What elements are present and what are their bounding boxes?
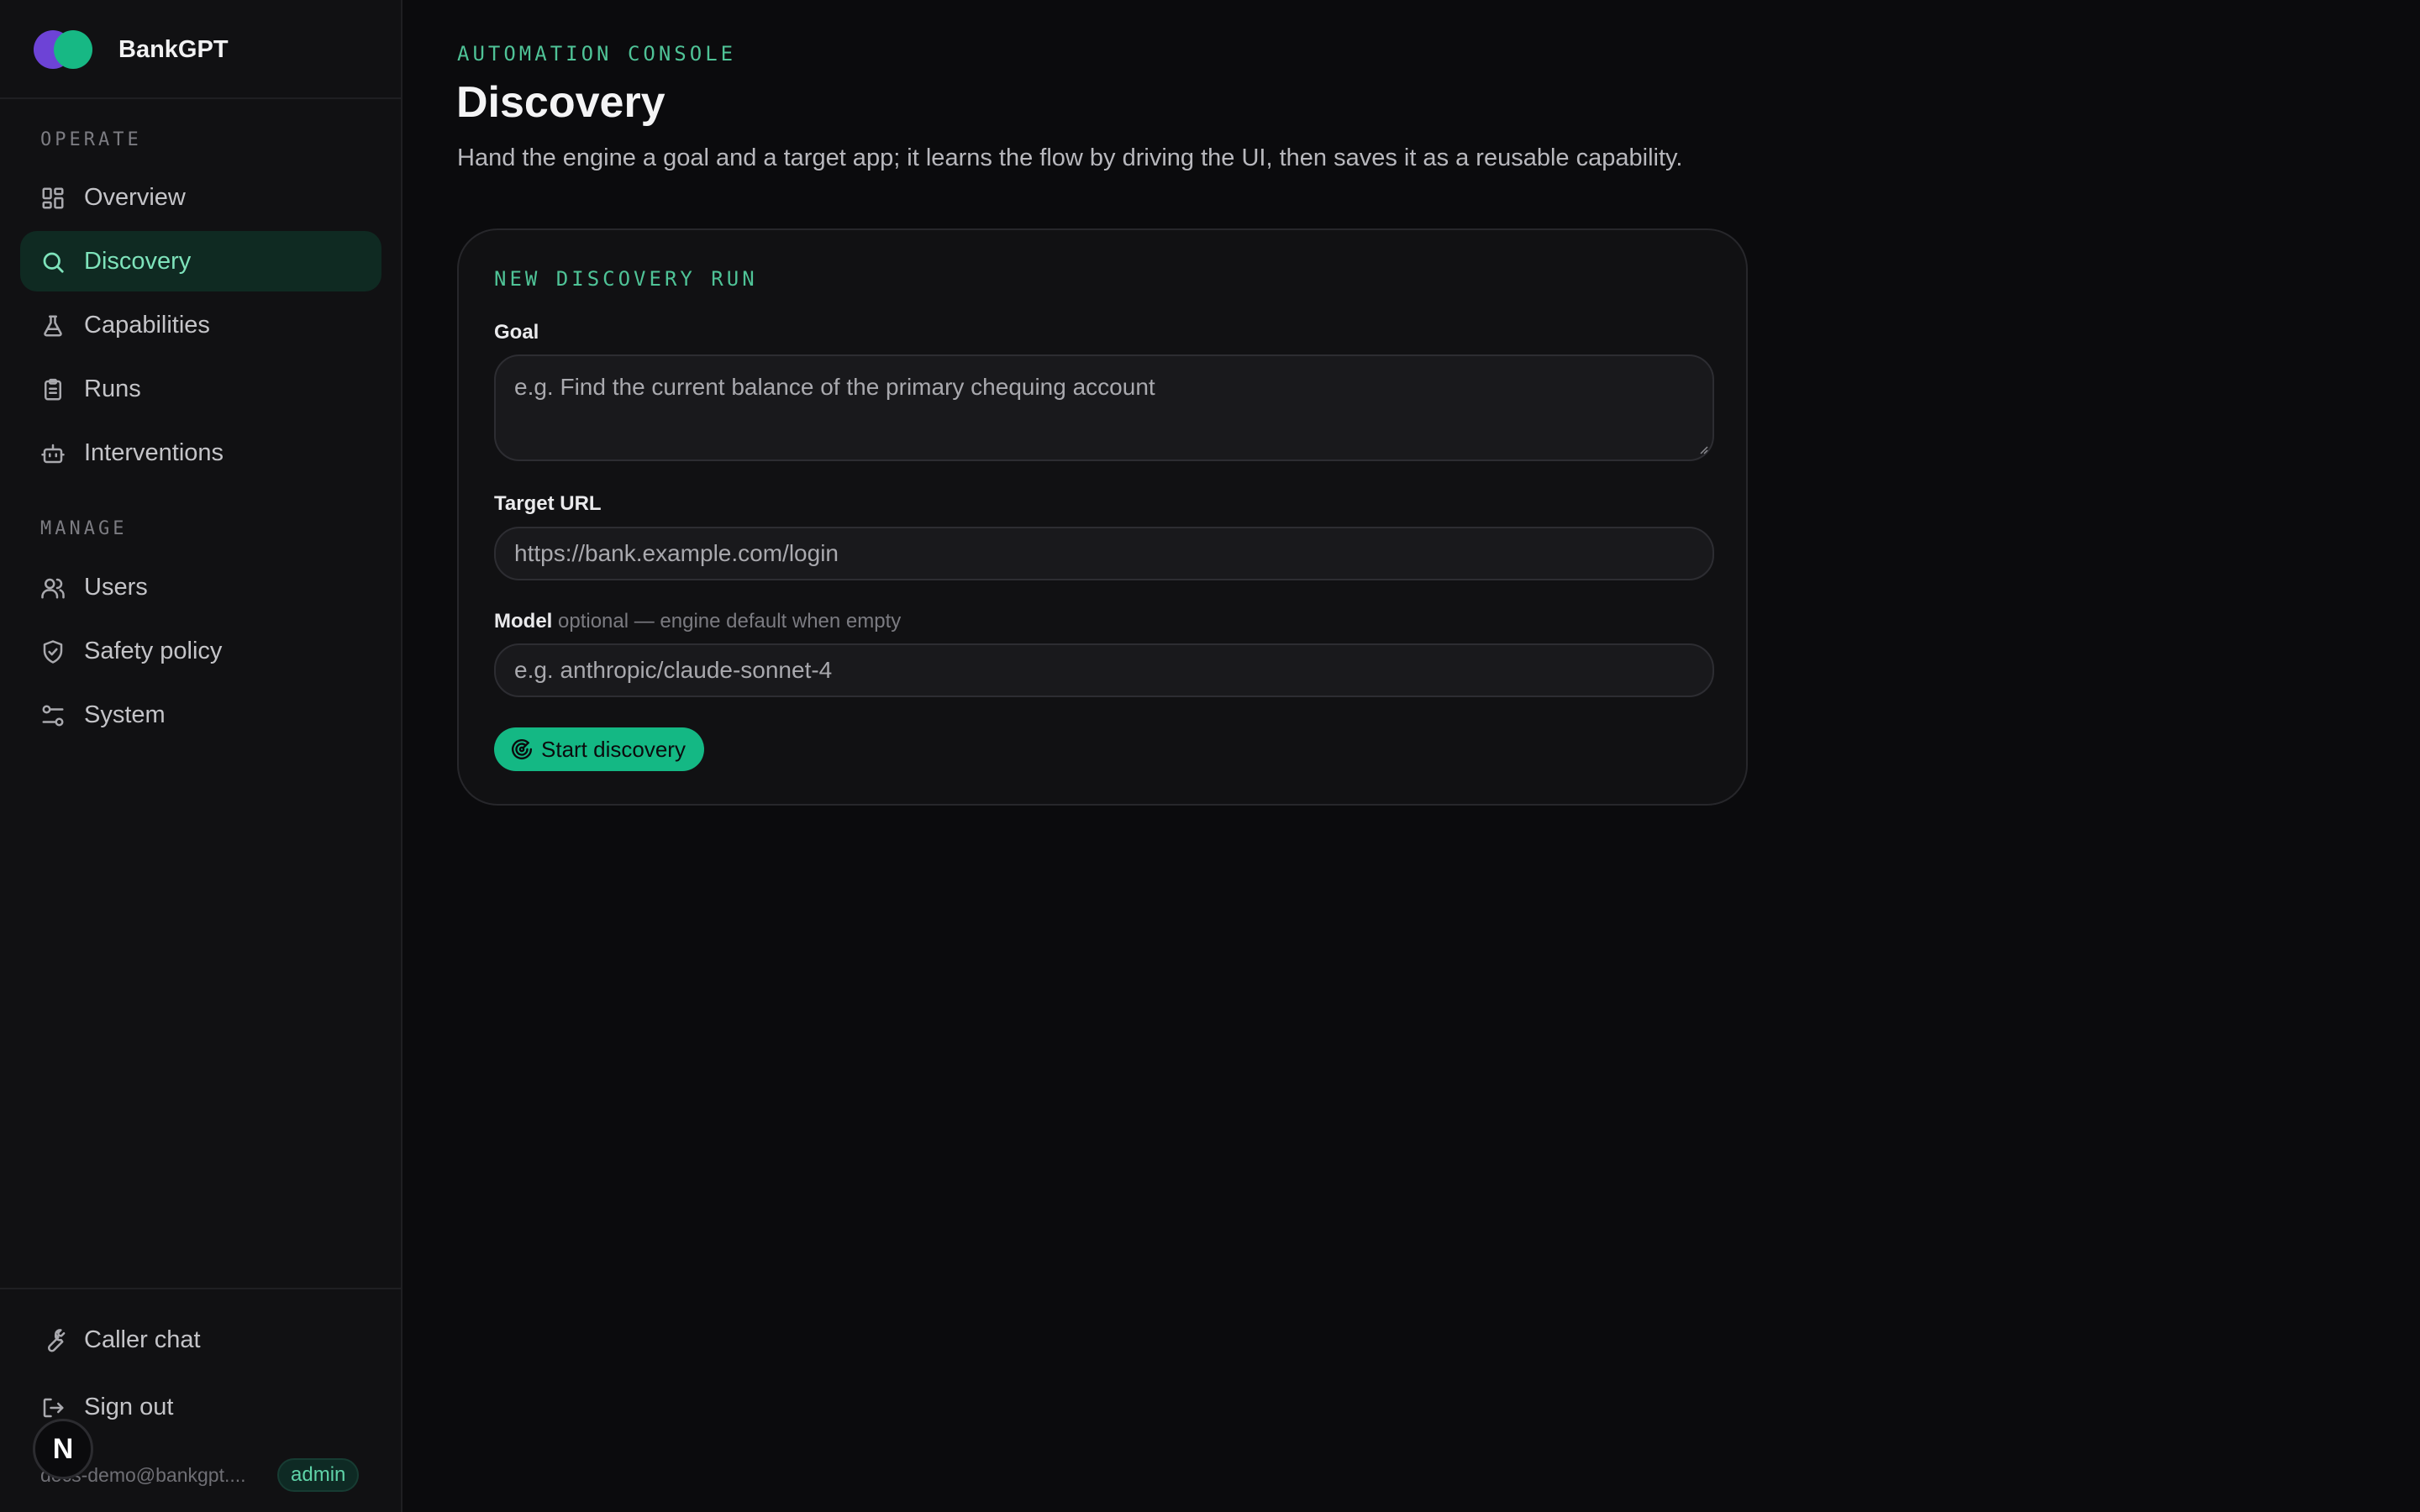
sidebar: BankGPT OPERATE Overview Discovery Capab… [0, 0, 402, 1512]
sidebar-item-label: System [84, 701, 166, 728]
page-title: Discovery [456, 78, 666, 127]
brand-name: BankGPT [118, 36, 229, 63]
sidebar-item-capabilities[interactable]: Capabilities [20, 295, 381, 355]
discovery-form-card: NEW DISCOVERY RUN Goal Target URL Model … [457, 228, 1748, 806]
sidebar-item-label: Interventions [84, 439, 224, 466]
wrench-icon [40, 1328, 66, 1353]
dashboard-icon [40, 186, 66, 211]
page-subtitle: Hand the engine a goal and a target app;… [457, 144, 1683, 171]
sidebar-item-label: Discovery [84, 248, 192, 275]
dev-tools-badge[interactable]: N [33, 1419, 93, 1479]
sliders-icon [40, 703, 66, 728]
resize-grip-icon[interactable] [1696, 442, 1709, 455]
clipboard-icon [40, 377, 66, 402]
sidebar-item-users[interactable]: Users [20, 557, 381, 617]
role-badge: admin [277, 1458, 360, 1492]
search-icon [40, 249, 66, 275]
sidebar-item-label: Sign out [84, 1394, 174, 1420]
sidebar-item-runs[interactable]: Runs [20, 359, 381, 419]
sidebar-item-label: Users [84, 574, 148, 601]
start-discovery-label: Start discovery [541, 737, 686, 762]
users-icon [40, 575, 66, 601]
card-title: NEW DISCOVERY RUN [494, 267, 758, 291]
start-discovery-button[interactable]: Start discovery [494, 727, 704, 771]
nav-section-manage: MANAGE [40, 518, 128, 539]
goal-textarea[interactable] [494, 354, 1714, 461]
sidebar-footer-divider [0, 1288, 401, 1289]
model-input[interactable] [494, 643, 1714, 697]
sidebar-item-interventions[interactable]: Interventions [20, 423, 381, 483]
sidebar-item-label: Overview [84, 184, 186, 211]
shield-check-icon [40, 639, 66, 664]
model-hint: optional — engine default when empty [558, 610, 902, 633]
flask-icon [40, 313, 66, 339]
sidebar-item-label: Safety policy [84, 638, 223, 664]
robot-icon [40, 441, 66, 466]
target-url-input[interactable] [494, 527, 1714, 580]
radar-icon [512, 738, 533, 759]
sidebar-item-system[interactable]: System [20, 685, 381, 745]
model-label: Model optional — engine default when emp… [494, 608, 901, 635]
sidebar-item-overview[interactable]: Overview [20, 167, 381, 228]
model-label-text: Model [494, 610, 553, 633]
sidebar-item-label: Capabilities [84, 312, 210, 339]
sidebar-item-safety-policy[interactable]: Safety policy [20, 621, 381, 681]
page-eyebrow: AUTOMATION CONSOLE [457, 42, 737, 66]
sidebar-item-caller-chat[interactable]: Caller chat [20, 1310, 381, 1370]
nav-section-operate: OPERATE [40, 129, 142, 150]
logo-circle-green [54, 30, 92, 69]
goal-label: Goal [494, 321, 539, 344]
sidebar-item-label: Caller chat [84, 1326, 201, 1353]
sign-out-icon [40, 1395, 66, 1420]
brand-header: BankGPT [0, 0, 401, 99]
target-url-label: Target URL [494, 492, 602, 515]
sidebar-item-label: Runs [84, 375, 141, 402]
brand-logo[interactable] [34, 30, 92, 69]
sidebar-item-discovery[interactable]: Discovery [20, 231, 381, 291]
